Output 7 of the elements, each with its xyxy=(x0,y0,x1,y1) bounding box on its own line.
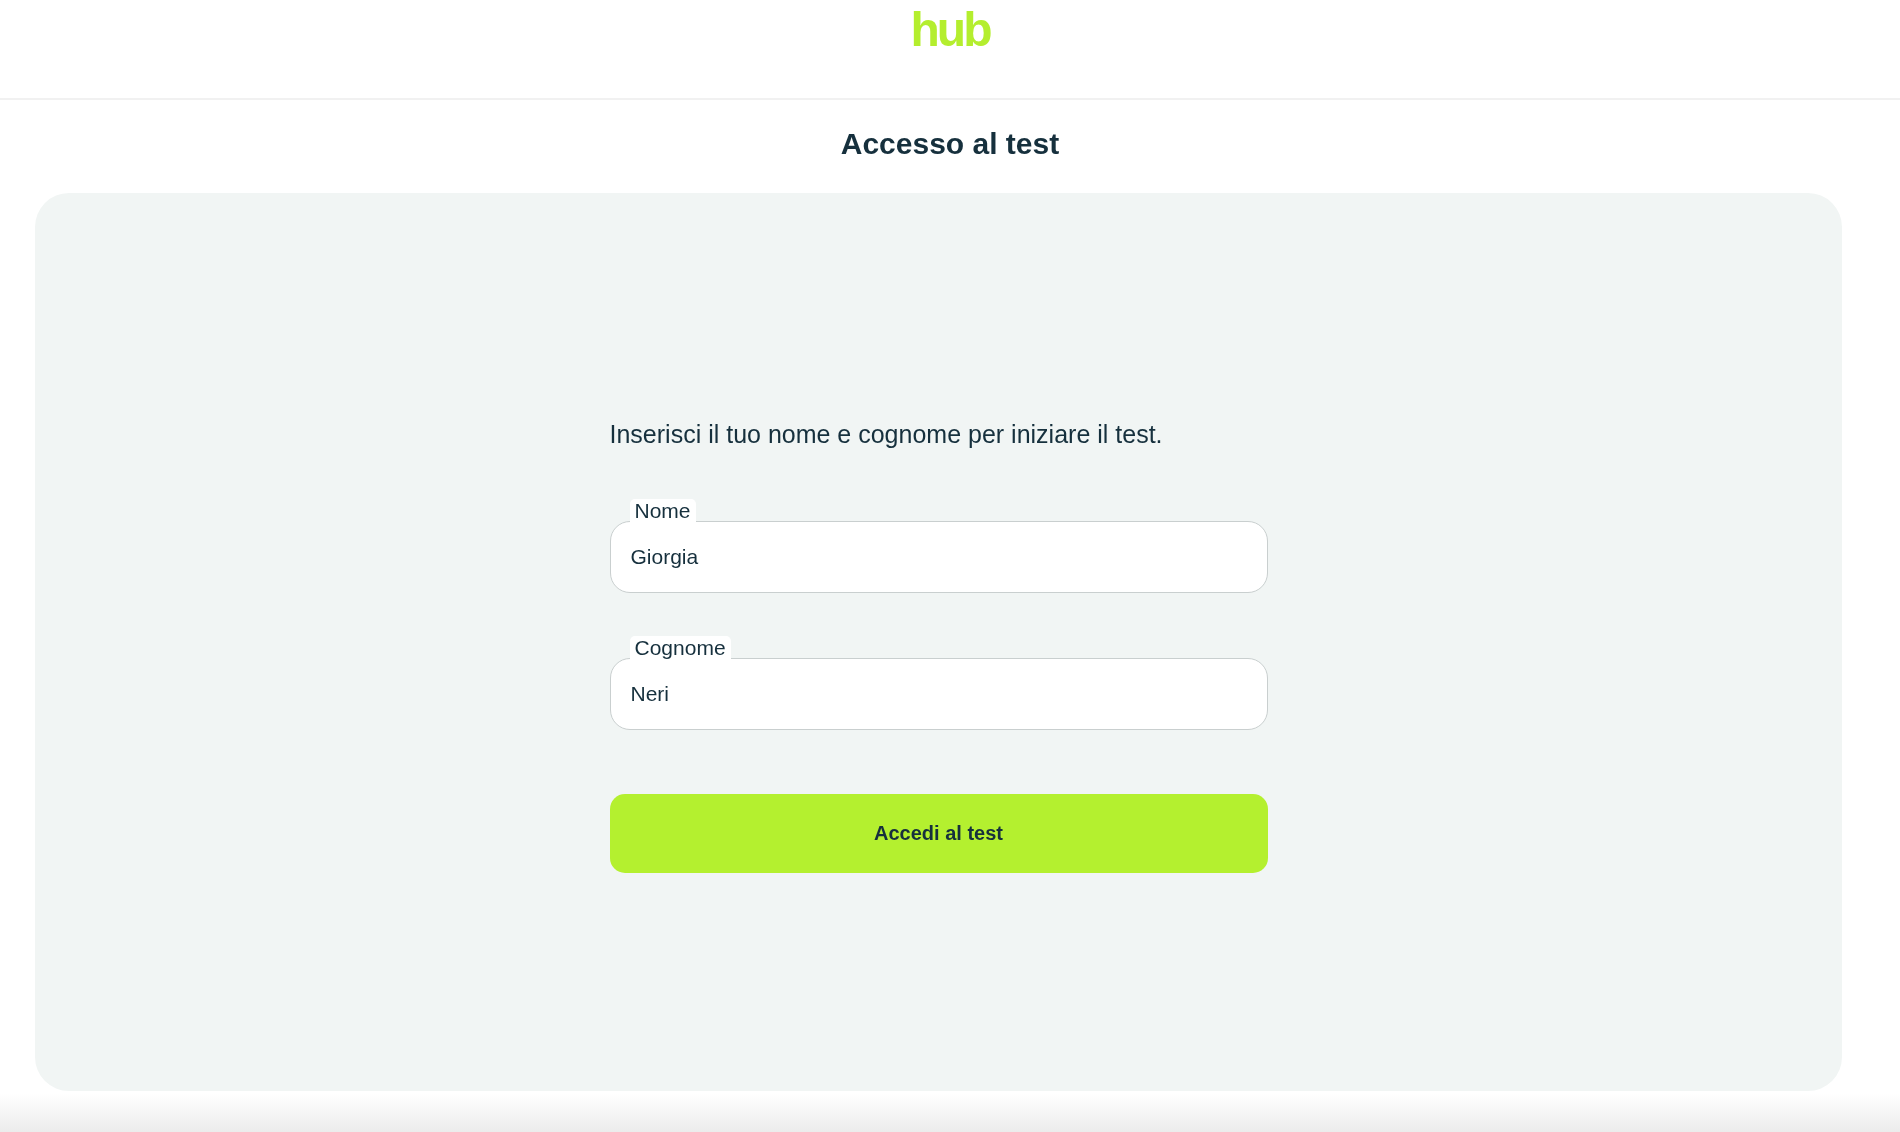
text-field[interactable]: Giorgia xyxy=(609,521,1268,593)
field-label: Cognome xyxy=(629,636,731,659)
instructions-text: Inserisci il tuo nome e cognome per iniziare il test. xyxy=(609,419,1164,449)
field-label: Nome xyxy=(629,499,696,522)
page-title: Accesso al test xyxy=(840,126,1060,162)
text-field[interactable]: Neri xyxy=(609,658,1268,730)
submit-button[interactable]: Accedi al test xyxy=(609,794,1268,873)
